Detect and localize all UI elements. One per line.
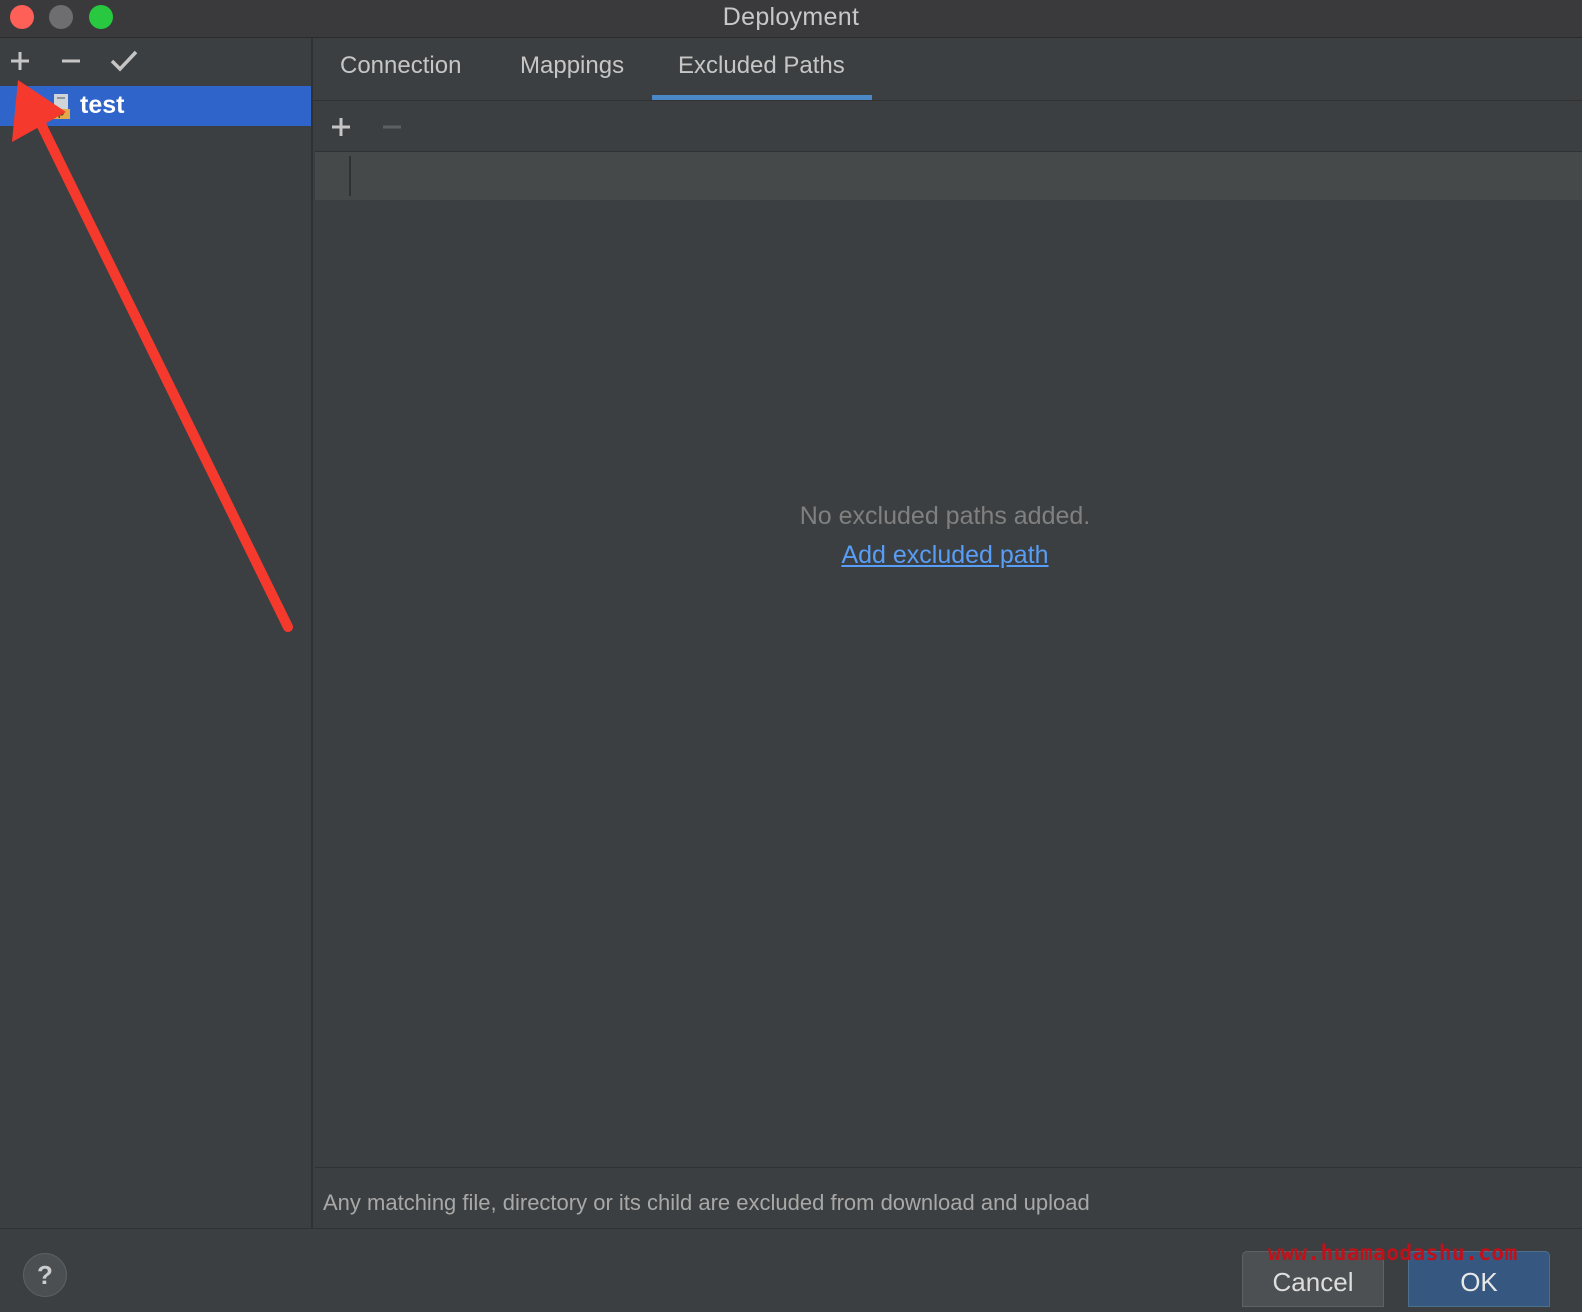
svg-text:FTP: FTP <box>47 110 64 120</box>
excluded-paths-table-header <box>315 151 1582 201</box>
help-button[interactable]: ? <box>23 1253 67 1297</box>
server-list-toolbar <box>0 38 311 85</box>
active-tab-indicator <box>652 95 872 100</box>
excluded-paths-hint: Any matching file, directory or its chil… <box>323 1190 1090 1215</box>
column-divider[interactable] <box>349 156 351 196</box>
settings-tabs: Connection Mappings Excluded Paths <box>313 38 1582 101</box>
add-server-button[interactable] <box>3 44 37 78</box>
server-label: test <box>80 91 125 119</box>
tab-mappings[interactable]: Mappings <box>520 52 624 80</box>
title-bar: Deployment <box>0 0 1582 38</box>
ftp-server-icon: FTP <box>44 94 70 120</box>
minus-icon <box>62 59 80 63</box>
minus-icon <box>383 125 401 129</box>
remove-excluded-path-button[interactable] <box>376 111 408 143</box>
window-title: Deployment <box>722 3 860 31</box>
dialog-footer: ? Cancel OK www.huamaodashu.com <box>0 1228 1582 1307</box>
plus-icon <box>11 52 29 70</box>
use-as-default-button[interactable] <box>107 44 141 78</box>
checkmark-icon <box>110 50 138 72</box>
remove-server-button[interactable] <box>54 44 88 78</box>
server-item-test[interactable]: FTP test <box>0 86 311 126</box>
server-settings-panel: Connection Mappings Excluded Paths No ex… <box>313 38 1582 1228</box>
excluded-paths-toolbar <box>313 101 1582 151</box>
watermark: www.huamaodashu.com <box>1268 1241 1518 1265</box>
add-excluded-path-link[interactable]: Add excluded path <box>315 541 1575 570</box>
plus-icon <box>332 118 350 136</box>
tab-excluded-paths[interactable]: Excluded Paths <box>678 52 845 80</box>
tab-connection[interactable]: Connection <box>340 52 461 80</box>
add-excluded-path-button[interactable] <box>325 111 357 143</box>
empty-state-message: No excluded paths added. <box>799 502 1091 530</box>
excluded-paths-table[interactable]: No excluded paths added. Add excluded pa… <box>315 200 1582 1168</box>
server-list-panel: FTP test <box>0 38 313 1228</box>
